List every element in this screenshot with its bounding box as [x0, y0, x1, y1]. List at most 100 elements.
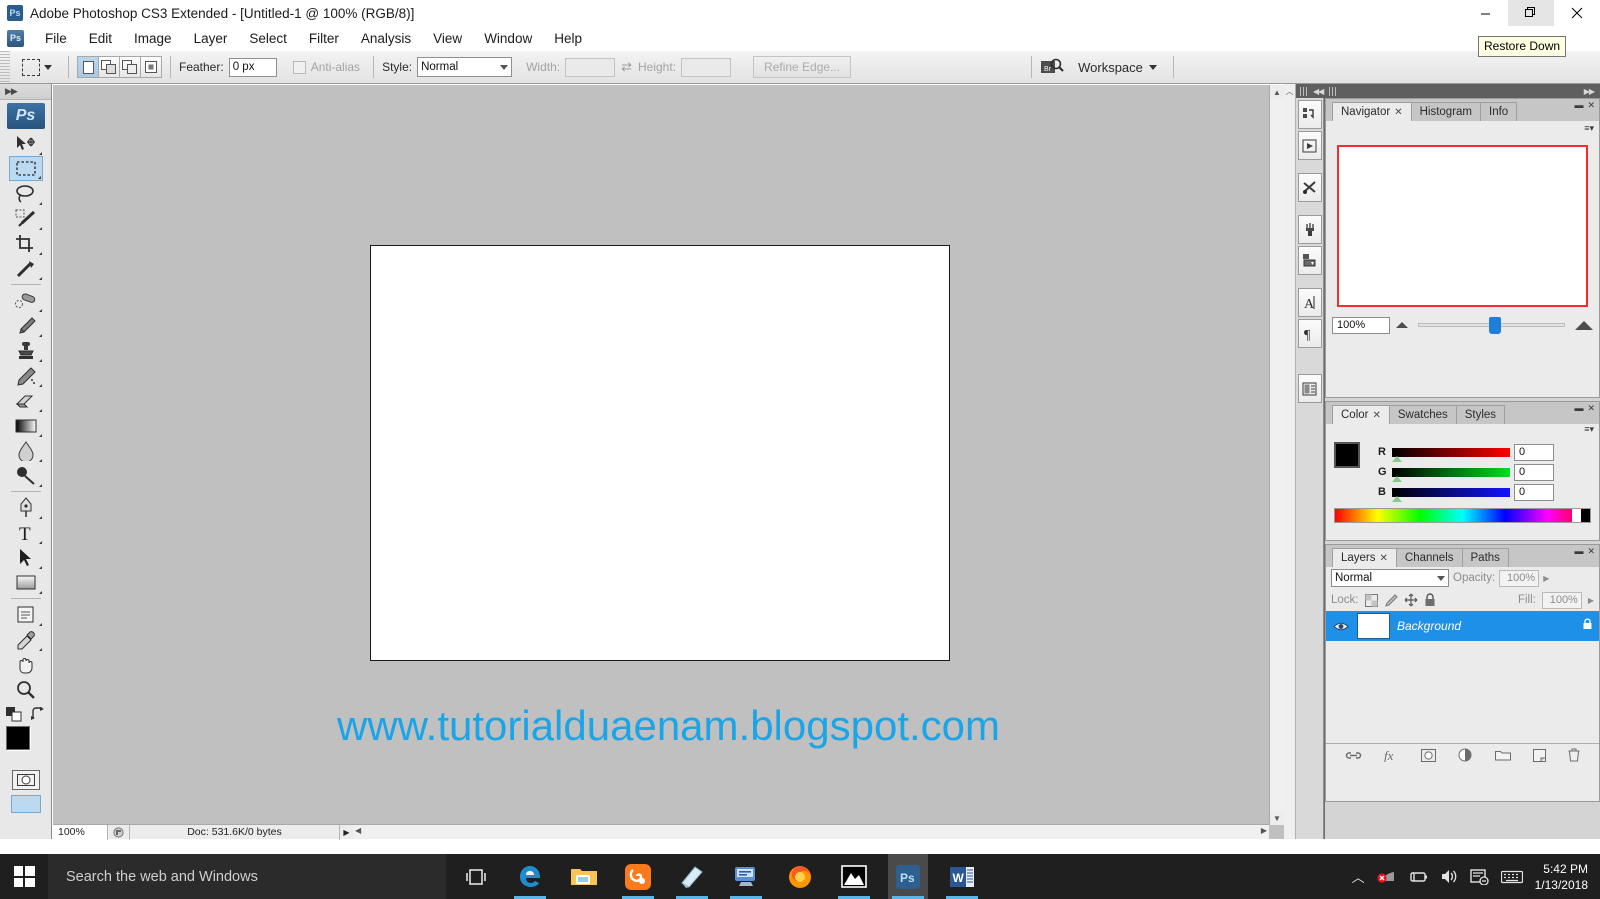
menu-layer[interactable]: Layer — [183, 29, 239, 48]
battery-icon[interactable] — [1408, 870, 1428, 884]
close-palette-icon[interactable]: ✕ — [1587, 546, 1595, 557]
zoom-in-icon[interactable] — [1575, 320, 1593, 330]
channel-slider-g[interactable] — [1392, 467, 1510, 482]
style-select[interactable]: Normal — [417, 57, 513, 77]
height-input[interactable] — [681, 57, 732, 77]
action-center-icon[interactable] — [1469, 868, 1489, 885]
menu-view[interactable]: View — [422, 29, 473, 48]
link-layers-icon[interactable] — [1345, 750, 1362, 761]
blend-mode-select[interactable]: Normal — [1331, 569, 1449, 587]
table-row[interactable]: Background — [1326, 611, 1599, 641]
close-icon[interactable]: ✕ — [1372, 410, 1380, 421]
tab-histogram[interactable]: Histogram — [1410, 102, 1482, 121]
zoom-out-icon[interactable] — [1396, 322, 1408, 328]
color-foreground-swatch[interactable] — [1334, 442, 1360, 468]
document-canvas[interactable] — [370, 245, 950, 661]
color-panel-swatches[interactable] — [1334, 442, 1378, 484]
tool-dodge[interactable] — [9, 463, 43, 488]
tool-zoom[interactable] — [9, 677, 43, 702]
navigator-zoom-slider[interactable] — [1418, 317, 1565, 334]
vertical-scrollbar[interactable]: ▲ ▼ — [1269, 85, 1284, 825]
tool-rectangle-shape[interactable] — [9, 570, 43, 595]
swap-colors-icon[interactable] — [30, 707, 46, 721]
restore-down-button[interactable] — [1508, 0, 1554, 26]
taskbar-app-photo-viewer[interactable] — [834, 854, 874, 899]
menu-analysis[interactable]: Analysis — [350, 29, 422, 48]
task-view-button[interactable] — [456, 854, 496, 899]
volume-icon[interactable] — [1440, 869, 1458, 884]
add-to-selection-button[interactable] — [98, 56, 120, 78]
tool-gradient[interactable] — [9, 413, 43, 438]
history-panel-icon[interactable] — [1297, 100, 1322, 129]
taskbar-app-edge[interactable] — [510, 854, 550, 899]
slider-thumb[interactable] — [1392, 495, 1402, 502]
tool-hand[interactable] — [9, 652, 43, 677]
slider-thumb[interactable] — [1392, 455, 1402, 462]
tab-color[interactable]: Color ✕ — [1332, 405, 1390, 424]
tool-move[interactable] — [9, 131, 43, 156]
dock-grip[interactable] — [1300, 86, 1307, 96]
workspace-button[interactable]: Workspace — [1078, 60, 1157, 75]
tab-layers[interactable]: Layers ✕ — [1332, 548, 1397, 567]
network-error-icon[interactable] — [1377, 869, 1396, 884]
layer-style-icon[interactable]: fx — [1384, 748, 1399, 762]
new-layer-icon[interactable] — [1532, 748, 1546, 762]
foreground-color-swatch[interactable] — [5, 726, 30, 750]
show-hidden-icons-button[interactable]: ︿ — [1352, 867, 1365, 886]
layer-mask-icon[interactable] — [1421, 748, 1437, 762]
layer-comps-panel-icon[interactable] — [1297, 374, 1322, 403]
tab-channels[interactable]: Channels — [1395, 548, 1463, 567]
lock-transparency-icon[interactable] — [1364, 593, 1378, 607]
lock-position-icon[interactable] — [1404, 593, 1418, 607]
scroll-down-arrow-icon[interactable]: ▼ — [1270, 811, 1284, 825]
panel-menu-icon[interactable]: ≡▾ — [1584, 123, 1594, 134]
menu-window[interactable]: Window — [473, 29, 543, 48]
tool-crop[interactable] — [9, 231, 43, 256]
channel-value-g[interactable]: 0 — [1514, 463, 1554, 481]
tool-eraser[interactable] — [9, 388, 43, 413]
tab-navigator[interactable]: Navigator ✕ — [1332, 102, 1412, 121]
tool-horizontal-type[interactable]: T — [9, 520, 43, 545]
taskbar-clock[interactable]: 5:42 PM 1/13/2018 — [1535, 861, 1588, 893]
color-spectrum-ramp[interactable] — [1334, 508, 1591, 523]
actions-panel-icon[interactable] — [1297, 131, 1322, 160]
menu-file[interactable]: File — [34, 29, 78, 48]
taskbar-app-photoshop[interactable]: Ps — [888, 854, 928, 899]
lock-all-icon[interactable] — [1424, 593, 1436, 607]
minimize-palette-icon[interactable]: ▬ — [1574, 403, 1583, 414]
menu-help[interactable]: Help — [543, 29, 593, 48]
expand-dock-icon[interactable]: ▶▶ — [1584, 87, 1595, 96]
channel-slider-r[interactable] — [1392, 447, 1510, 462]
search-input[interactable]: Search the web and Windows — [48, 854, 446, 899]
bridge-icon[interactable]: Br — [1040, 57, 1064, 77]
taskbar-app-notes[interactable] — [672, 854, 712, 899]
close-icon[interactable]: ✕ — [1380, 553, 1388, 564]
options-bar-grip[interactable] — [0, 50, 10, 84]
tool-brush[interactable] — [9, 313, 43, 338]
close-palette-icon[interactable]: ✕ — [1587, 100, 1595, 111]
toolbox-collapse-header[interactable]: ▶▶ — [0, 84, 51, 100]
tool-slice[interactable] — [9, 256, 43, 281]
tool-presets-panel-icon[interactable] — [1297, 173, 1322, 202]
tool-eyedropper[interactable] — [9, 627, 43, 652]
status-preview-icon[interactable] — [108, 824, 130, 840]
new-selection-button[interactable] — [77, 56, 99, 78]
close-palette-icon[interactable]: ✕ — [1587, 403, 1595, 414]
start-button[interactable] — [0, 854, 48, 899]
menu-image[interactable]: Image — [123, 29, 183, 48]
taskbar-app-firefox[interactable] — [780, 854, 820, 899]
minimize-palette-icon[interactable]: ▬ — [1574, 100, 1583, 111]
keyboard-icon[interactable] — [1500, 870, 1523, 884]
menu-filter[interactable]: Filter — [298, 29, 350, 48]
tab-paths[interactable]: Paths — [1461, 548, 1509, 567]
fill-value[interactable]: 100% — [1541, 591, 1582, 609]
dock-scroll-lane[interactable]: ︿ — [1284, 84, 1296, 839]
screen-mode-button[interactable] — [10, 795, 41, 813]
dock-grip-secondary[interactable] — [1329, 86, 1337, 96]
horizontal-scrollbar[interactable]: ◀ ▶ — [353, 824, 1269, 839]
subtract-from-selection-button[interactable] — [119, 56, 141, 78]
scroll-left-arrow-icon[interactable]: ◀ — [355, 826, 361, 835]
close-icon[interactable]: ✕ — [1394, 107, 1402, 118]
tab-info[interactable]: Info — [1480, 102, 1518, 121]
opacity-stepper-icon[interactable]: ▶ — [1543, 574, 1549, 583]
